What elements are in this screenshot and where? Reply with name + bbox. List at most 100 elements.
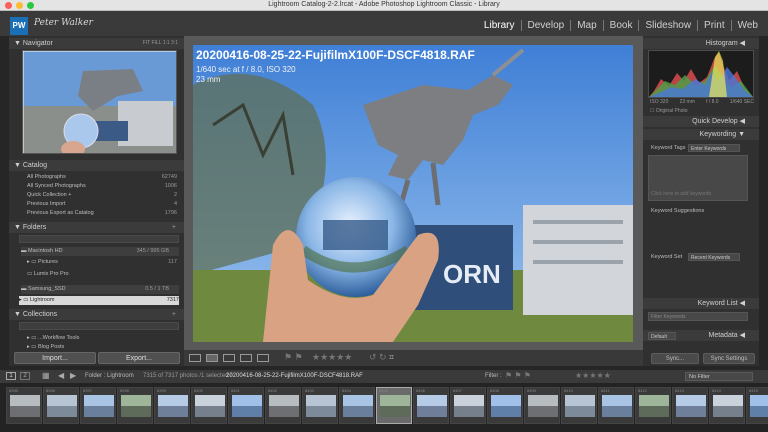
thumbnail-image bbox=[565, 395, 595, 417]
histogram-header[interactable]: Histogram ◀ bbox=[643, 38, 759, 49]
rating-stars-icon[interactable]: ★★★★★ bbox=[312, 352, 352, 363]
filmstrip-thumbnail[interactable]: 8396 bbox=[43, 387, 79, 424]
catalog-item[interactable]: Previous Export as Catalog 1796 bbox=[27, 209, 177, 218]
thumbnail-image bbox=[676, 395, 706, 417]
photo-filename-overlay: 20200416-08-25-22-FujifilmX100F-DSCF4818… bbox=[196, 48, 475, 62]
thumbnail-image bbox=[713, 395, 743, 417]
survey-view-icon[interactable] bbox=[240, 354, 252, 362]
thumbnail-index: 8403 bbox=[305, 388, 314, 393]
folder-item-selected[interactable]: ▸ ▭ Lightroom 7317 bbox=[19, 296, 179, 305]
folder-item[interactable]: ▸ ▭ Pictures 117 bbox=[27, 258, 177, 267]
volume-samsung-ssd[interactable]: ▬ Samsung_SSD 0.5 / 1 TB bbox=[21, 285, 179, 294]
keyword-set-select[interactable]: Recent Keywords bbox=[688, 253, 740, 261]
people-view-icon[interactable] bbox=[257, 354, 269, 362]
catalog-header[interactable]: ▼ Catalog bbox=[9, 160, 184, 171]
filter-keywords-input[interactable]: Filter Keywords bbox=[648, 312, 748, 321]
filmstrip-thumbnail[interactable]: 8411 bbox=[598, 387, 634, 424]
filmstrip-thumbnail[interactable]: 8410 bbox=[561, 387, 597, 424]
back-arrow-icon[interactable]: ◀ bbox=[58, 371, 64, 380]
filmstrip-thumbnail[interactable]: 8412 bbox=[635, 387, 671, 424]
thumbnail-index: 8408 bbox=[490, 388, 499, 393]
module-book[interactable]: Book bbox=[602, 20, 639, 31]
keyword-tags-select[interactable]: Enter Keywords bbox=[688, 144, 740, 152]
page-2-button[interactable]: 2 bbox=[20, 372, 30, 380]
module-print[interactable]: Print bbox=[697, 20, 731, 31]
histogram-display bbox=[648, 50, 754, 98]
filmstrip-thumbnail[interactable]: 8397 bbox=[80, 387, 116, 424]
module-map[interactable]: Map bbox=[570, 20, 602, 31]
filter-preset-select[interactable]: No Filter bbox=[685, 372, 753, 381]
filmstrip-thumbnail[interactable]: 8409 bbox=[524, 387, 560, 424]
loupe-view-icon[interactable] bbox=[206, 354, 218, 362]
filmstrip-thumbnail[interactable]: 8404 bbox=[339, 387, 375, 424]
folder-item[interactable]: ▭ Lumix Pro Pro bbox=[27, 270, 177, 279]
catalog-item[interactable]: Previous Import 4 bbox=[27, 200, 177, 209]
catalog-item[interactable]: All Photographs 62749 bbox=[27, 173, 177, 182]
catalog-item[interactable]: Quick Collection +2 bbox=[27, 191, 177, 200]
collection-filter-input[interactable] bbox=[19, 322, 179, 330]
thumbnail-index: 8401 bbox=[231, 388, 240, 393]
navigator-header[interactable]: ▼ Navigator FIT FILL 1:1 3:1 bbox=[9, 38, 184, 49]
filter-flag-icon[interactable]: ⚑ ⚑ ⚑ bbox=[505, 371, 531, 380]
volume-macintosh-hd[interactable]: ▬ Macintosh HD 345 / 995 GB bbox=[21, 247, 179, 256]
thumbnail-image bbox=[269, 395, 299, 417]
thumbnail-index: 8415 bbox=[749, 388, 758, 393]
sync-button[interactable]: Sync... bbox=[651, 353, 699, 364]
export-button[interactable]: Export... bbox=[98, 352, 180, 364]
rotate-icon[interactable]: ↺ ↻ bbox=[369, 352, 387, 363]
folders-header[interactable]: ▼ Folders + bbox=[9, 222, 184, 233]
catalog-item[interactable]: All Synced Photographs 1006 bbox=[27, 182, 177, 191]
filmstrip-thumbnail[interactable]: 8403 bbox=[302, 387, 338, 424]
module-develop[interactable]: Develop bbox=[520, 20, 571, 31]
forward-arrow-icon[interactable]: ▶ bbox=[70, 371, 76, 380]
collection-set[interactable]: ▸ ▭ Blog Posts bbox=[27, 343, 177, 352]
filmstrip-thumbnail[interactable]: 8407 bbox=[450, 387, 486, 424]
filmstrip-thumbnail[interactable]: 8402 bbox=[265, 387, 301, 424]
folder-filter-input[interactable] bbox=[19, 235, 179, 243]
collection-set[interactable]: ▸ ▭ ...Workflow Tools bbox=[27, 334, 177, 343]
filmstrip-thumbnail[interactable]: 8406 bbox=[413, 387, 449, 424]
module-library[interactable]: Library bbox=[478, 20, 521, 31]
main-photo[interactable]: D ORN bbox=[193, 45, 633, 342]
collections-header[interactable]: ▼ Collections + bbox=[9, 309, 184, 320]
page-1-button[interactable]: 1 bbox=[6, 372, 16, 380]
module-slideshow[interactable]: Slideshow bbox=[638, 20, 697, 31]
thumbnail-image bbox=[602, 395, 632, 417]
window-title: Lightroom Catalog-2-2.lrcat - Adobe Phot… bbox=[268, 1, 500, 8]
filmstrip-thumbnail[interactable]: 8400 bbox=[191, 387, 227, 424]
navigator-zoom-options[interactable]: FIT FILL 1:1 3:1 bbox=[143, 38, 178, 49]
quick-develop-header[interactable]: Quick Develop ◀ bbox=[643, 116, 759, 127]
filmstrip-thumbnail[interactable]: 8395 bbox=[6, 387, 42, 424]
keyword-list-header[interactable]: Keyword List ◀ bbox=[643, 298, 759, 309]
crop-icon[interactable]: ⌗ bbox=[389, 352, 394, 363]
grid-view-icon[interactable] bbox=[189, 354, 201, 362]
navigator-preview[interactable] bbox=[22, 50, 177, 154]
sync-settings-button[interactable]: Sync Settings bbox=[703, 353, 755, 364]
keyword-suggestions-label: Keyword Suggestions bbox=[651, 208, 705, 214]
thumbnail-index: 8395 bbox=[9, 388, 18, 393]
import-button[interactable]: Import... bbox=[14, 352, 96, 364]
filmstrip-thumbnail[interactable]: 8415 bbox=[746, 387, 768, 424]
keywording-header[interactable]: Keywording ▼ bbox=[643, 129, 759, 140]
flag-icon[interactable]: ⚑ ⚑ bbox=[284, 352, 303, 363]
keyword-entry-field[interactable]: Click here to add keywords bbox=[648, 155, 748, 201]
original-photo-checkbox[interactable]: ☐ Original Photo bbox=[650, 108, 688, 114]
module-web[interactable]: Web bbox=[730, 20, 764, 31]
filmstrip-source[interactable]: Folder : Lightroom bbox=[85, 373, 134, 379]
thumbnail-image bbox=[10, 395, 40, 417]
filmstrip-thumbnail[interactable]: 8398 bbox=[117, 387, 153, 424]
module-picker: Library Develop Map Book Slideshow Print… bbox=[478, 20, 764, 31]
filmstrip-thumbnail-selected[interactable]: 8405 bbox=[376, 387, 412, 424]
compare-view-icon[interactable] bbox=[223, 354, 235, 362]
filmstrip-thumbnail[interactable]: 8414 bbox=[709, 387, 745, 424]
thumbnail-image bbox=[528, 395, 558, 417]
filter-stars-icon[interactable]: ★★★★★ bbox=[575, 371, 611, 380]
window-titlebar: Lightroom Catalog-2-2.lrcat - Adobe Phot… bbox=[0, 0, 768, 11]
filmstrip-thumbnail[interactable]: 8399 bbox=[154, 387, 190, 424]
filmstrip-thumbnail[interactable]: 8408 bbox=[487, 387, 523, 424]
grid-icon[interactable]: ▦ bbox=[42, 371, 50, 380]
metadata-preset-select[interactable]: Default bbox=[648, 332, 676, 340]
identity-logo: PW bbox=[10, 17, 28, 35]
filmstrip-thumbnail[interactable]: 8401 bbox=[228, 387, 264, 424]
filmstrip-thumbnail[interactable]: 8413 bbox=[672, 387, 708, 424]
